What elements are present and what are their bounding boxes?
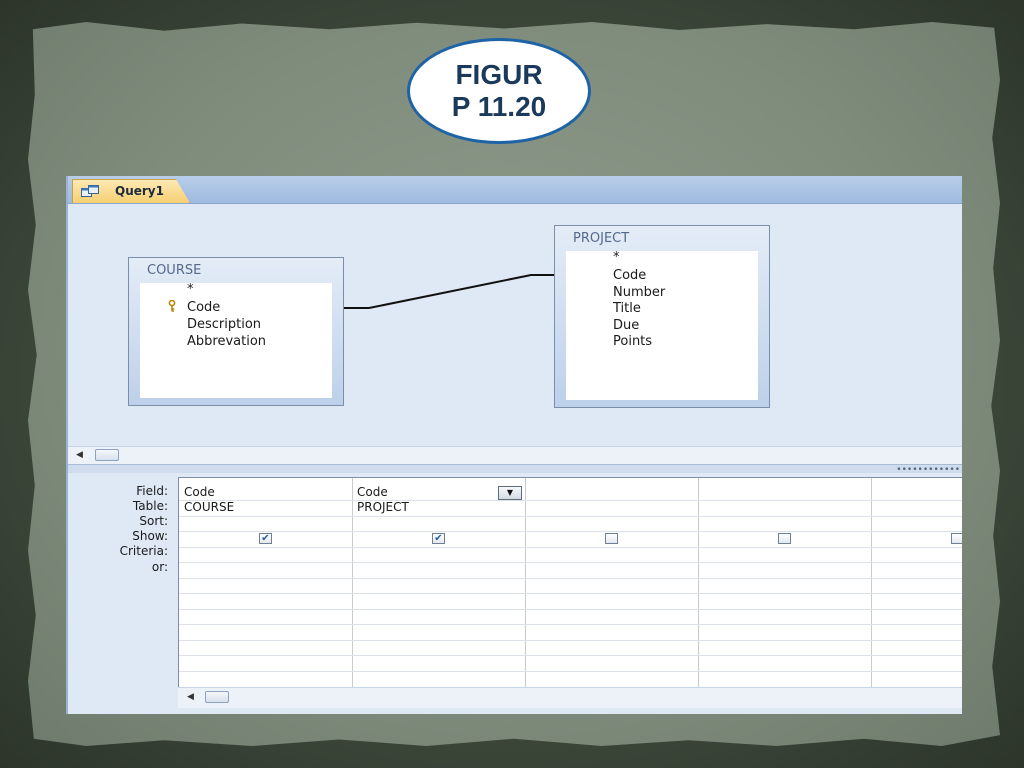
grid-row-divider: [179, 609, 962, 610]
grid-column-divider: [698, 478, 699, 688]
project-field-number[interactable]: Number: [613, 285, 665, 300]
project-field-due[interactable]: Due: [613, 318, 639, 333]
grid-table-cell[interactable]: PROJECT: [357, 500, 409, 514]
course-field-star[interactable]: *: [187, 282, 194, 297]
row-label-sort: Sort:: [139, 514, 168, 528]
tab-query1-label: Query1: [115, 184, 164, 198]
grid-row-divider: [179, 655, 962, 656]
grid-column-divider: [525, 478, 526, 688]
grid-row-divider: [179, 547, 962, 548]
grid-field-cell[interactable]: Code: [184, 485, 215, 499]
project-field-points[interactable]: Points: [613, 334, 652, 349]
design-horizontal-scrollbar[interactable]: ◀: [68, 446, 962, 465]
scroll-thumb[interactable]: [95, 449, 119, 461]
grid-row-divider: [179, 578, 962, 579]
grid-row-divider: [179, 671, 962, 672]
grid-column-divider: [352, 478, 353, 688]
scroll-left-arrow-icon[interactable]: ◀: [76, 450, 83, 460]
course-field-code[interactable]: Code: [187, 300, 220, 315]
grid-show-checkbox[interactable]: [778, 533, 791, 544]
grid-row-divider: [179, 593, 962, 594]
project-field-title[interactable]: Title: [613, 301, 641, 316]
course-field-list: * Code Description Abbrevation: [140, 282, 332, 398]
course-table-title: COURSE: [147, 263, 202, 278]
grid-column-divider: [871, 478, 872, 688]
primary-key-icon: [168, 300, 176, 312]
grid-row-divider: [179, 640, 962, 641]
row-label-field: Field:: [136, 484, 168, 498]
grid-horizontal-scrollbar[interactable]: ◀: [178, 687, 962, 708]
course-field-abbrevation[interactable]: Abbrevation: [187, 334, 266, 349]
row-label-criteria: Criteria:: [119, 544, 168, 558]
scroll-thumb[interactable]: [205, 691, 229, 703]
query-design-grid[interactable]: Code COURSE ✔ Code ▼ PROJECT ✔: [178, 477, 962, 688]
grid-table-cell[interactable]: COURSE: [184, 500, 234, 514]
query-grid-pane: Field: Table: Sort: Show: Criteria: or: …: [68, 473, 962, 714]
table-design-pane: COURSE * Code Description Abbrevation PR…: [68, 204, 962, 466]
scroll-left-arrow-icon[interactable]: ◀: [187, 692, 194, 702]
row-label-show: Show:: [132, 529, 168, 543]
grid-row-divider: [179, 500, 962, 501]
project-table-title: PROJECT: [573, 231, 630, 246]
query-icon: [81, 185, 99, 197]
grid-row-divider: [179, 516, 962, 517]
grid-show-checkbox[interactable]: [951, 533, 962, 544]
document-tabstrip: Query1: [68, 176, 962, 204]
grid-show-checkbox[interactable]: [605, 533, 618, 544]
figure-title-line-2: P 11.20: [451, 91, 547, 122]
row-label-or: or:: [151, 560, 168, 574]
row-label-table: Table:: [132, 499, 168, 513]
tab-query1[interactable]: Query1: [72, 179, 190, 203]
project-field-list: * Code Number Title Due Points: [566, 250, 758, 400]
project-table-box[interactable]: PROJECT * Code Number Title Due Points: [554, 225, 770, 408]
grid-show-checkbox-checked[interactable]: ✔: [432, 533, 445, 544]
field-dropdown-icon[interactable]: ▼: [498, 486, 522, 500]
grid-row-divider: [179, 562, 962, 563]
grid-row-divider: [179, 531, 962, 532]
project-field-code[interactable]: Code: [613, 268, 646, 283]
grid-show-checkbox-checked[interactable]: ✔: [259, 533, 272, 544]
figure-title-oval: FIGUR P 11.20: [407, 38, 591, 144]
query-design-window: Query1 COURSE * Code Description Abbreva…: [66, 176, 962, 714]
course-table-box[interactable]: COURSE * Code Description Abbrevation: [128, 257, 344, 406]
figure-title-line-1: FIGUR: [455, 59, 543, 90]
course-field-description[interactable]: Description: [187, 317, 261, 332]
project-field-star[interactable]: *: [613, 250, 620, 265]
grid-field-cell[interactable]: Code: [357, 485, 388, 499]
grid-row-divider: [179, 624, 962, 625]
